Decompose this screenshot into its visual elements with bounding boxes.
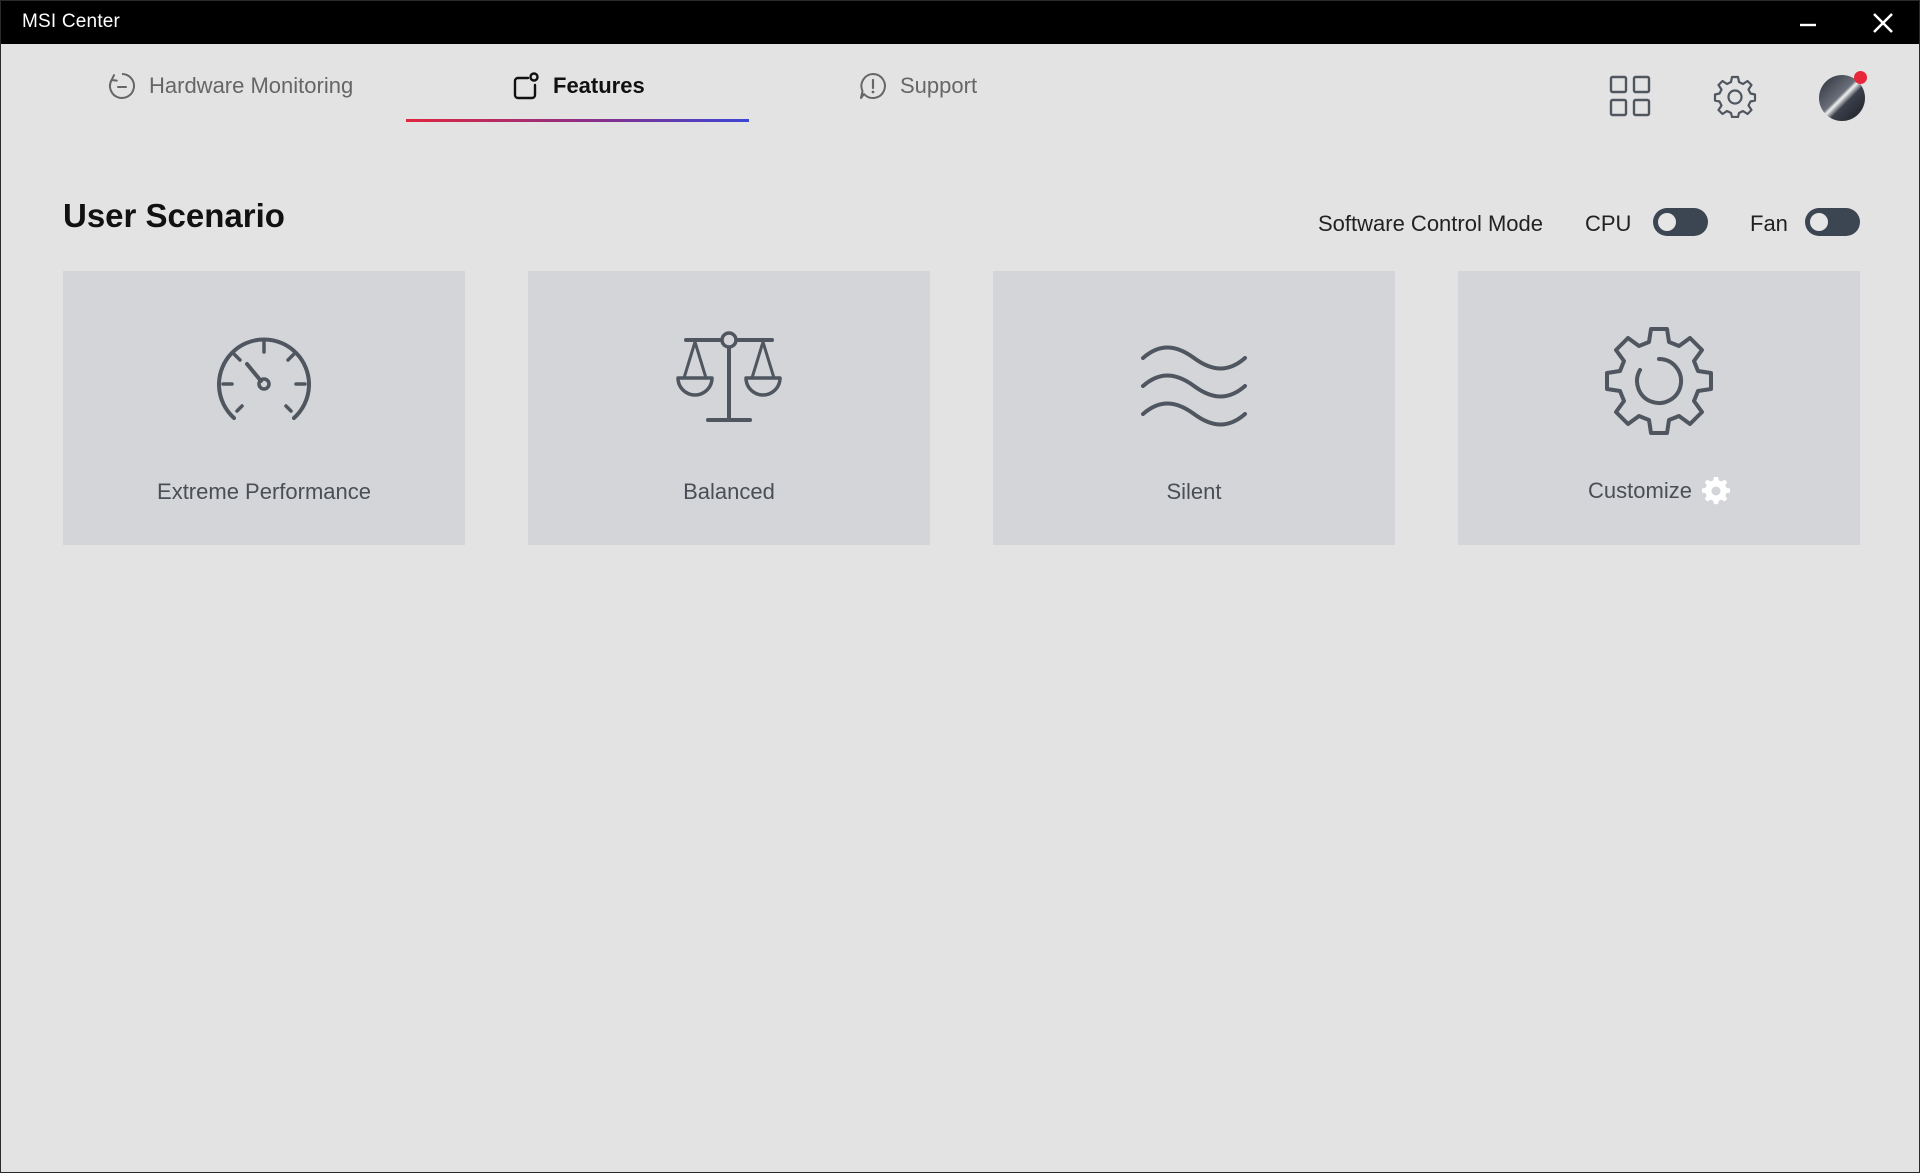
- scenario-label-row: Customize: [1458, 477, 1860, 505]
- cpu-toggle[interactable]: [1653, 208, 1708, 236]
- active-tab-indicator: [406, 119, 749, 122]
- scenario-label: Silent: [1166, 479, 1222, 504]
- section-title: User Scenario: [63, 197, 285, 234]
- scenario-card-silent[interactable]: Silent: [993, 271, 1395, 545]
- scenario-label: Extreme Performance: [157, 479, 371, 504]
- scenario-label: Balanced: [683, 479, 775, 504]
- fan-label: Fan: [1750, 211, 1788, 236]
- balance-scale-icon: [676, 331, 782, 422]
- scenario-label: Customize: [1588, 478, 1692, 503]
- tab-label: Hardware Monitoring: [149, 73, 354, 98]
- speedometer-icon: [217, 337, 311, 420]
- gear-icon: [1713, 75, 1757, 118]
- tab-hardware-monitoring[interactable]: Hardware Monitoring: [107, 66, 353, 106]
- fan-toggle[interactable]: [1805, 208, 1860, 236]
- scenario-card-extreme-performance[interactable]: Extreme Performance: [63, 271, 465, 545]
- minimize-button[interactable]: [1778, 1, 1838, 44]
- settings-button[interactable]: [1711, 72, 1759, 120]
- scenario-card-balanced[interactable]: Balanced: [528, 271, 930, 545]
- support-icon: [860, 73, 886, 99]
- app-title: MSI Center: [22, 11, 121, 32]
- gear-icon: [1605, 327, 1713, 435]
- hardware-monitoring-icon: [109, 73, 135, 99]
- title-bar: MSI Center: [1, 1, 1919, 44]
- cpu-label: CPU: [1585, 211, 1632, 236]
- scenario-card-customize[interactable]: Customize: [1458, 271, 1860, 545]
- notification-dot: [1854, 71, 1867, 84]
- close-button[interactable]: [1853, 1, 1913, 44]
- tab-label: Features: [553, 73, 645, 98]
- features-icon: [513, 72, 539, 100]
- customize-settings-icon[interactable]: [1701, 477, 1730, 505]
- software-control-mode-label: Software Control Mode: [1318, 211, 1543, 236]
- tab-support[interactable]: Support: [858, 66, 977, 106]
- grid-icon: [1609, 75, 1651, 117]
- toggle-knob: [1810, 213, 1828, 231]
- top-navigation: Hardware Monitoring Features Support: [1, 44, 1919, 124]
- tab-label: Support: [900, 73, 978, 98]
- tab-features[interactable]: Features: [511, 66, 645, 106]
- apps-grid-button[interactable]: [1606, 72, 1654, 120]
- msi-center-window: MSI Center Hardware Monitoring Features …: [0, 0, 1920, 1173]
- avatar[interactable]: [1817, 71, 1867, 121]
- toggle-knob: [1658, 213, 1676, 231]
- minimize-icon: [1800, 23, 1816, 26]
- waves-icon: [1141, 345, 1247, 427]
- close-icon: [1873, 12, 1893, 33]
